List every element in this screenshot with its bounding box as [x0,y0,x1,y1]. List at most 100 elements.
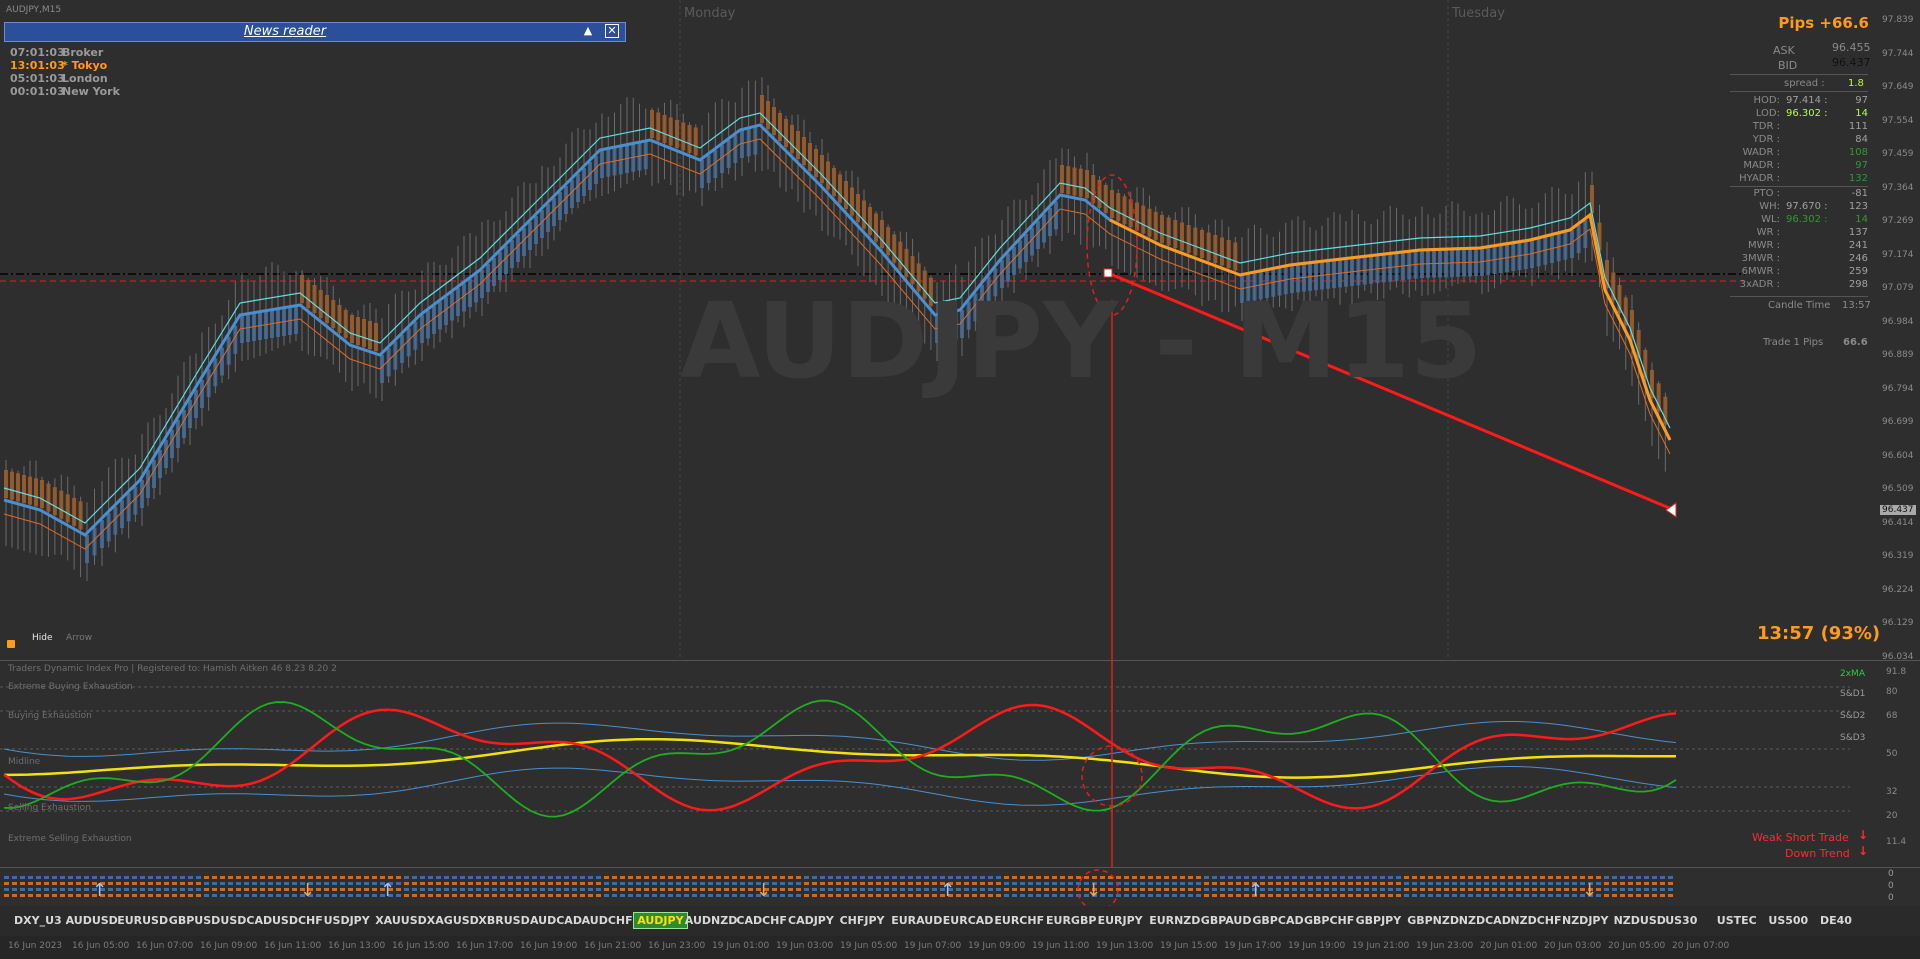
symbol-button-eurjpy[interactable]: EURJPY [1098,914,1143,927]
signal-cell [188,894,193,897]
signal-cell [1604,894,1609,897]
signal-cell [1036,876,1041,879]
symbol-button-audusd[interactable]: AUDUSD [66,914,118,927]
symbol-button-usdjpy[interactable]: USDJPY [324,914,370,927]
signal-cell [204,882,209,885]
symbol-button-euraud[interactable]: EURAUD [891,914,942,927]
triangle-up-icon[interactable]: ▲ [581,24,595,38]
signal-cell [1380,882,1385,885]
signal-cell [740,894,745,897]
time-axis-label: 19 Jun 21:00 [1352,941,1410,951]
signal-strip-panel[interactable]: ↑ ↓ ↑ ↓ ↑ ↓ ↑ ↓ 0 0 0 [0,868,1920,907]
signal-cell [244,894,249,897]
symbol-button-cadjpy[interactable]: CADJPY [788,914,834,927]
symbol-button-audchf[interactable]: AUDCHF [582,914,633,927]
signal-cell [804,888,809,891]
stat-extra: 14 [1855,108,1868,119]
symbol-button-gbpchf[interactable]: GBPCHF [1304,914,1354,927]
symbol-button-gbpcad[interactable]: GBPCAD [1252,914,1303,927]
signal-cell [396,894,401,897]
symbol-button-audnzd[interactable]: AUDNZD [685,914,738,927]
signal-cell [972,876,977,879]
signal-cell [1340,888,1345,891]
signal-cell [1316,888,1321,891]
signal-cell [380,876,385,879]
signal-cell [1380,876,1385,879]
signal-cell [1652,894,1657,897]
symbol-button-eurusd[interactable]: EURUSD [117,914,168,927]
divider [1730,296,1868,297]
symbol-button-xauusd[interactable]: XAUUSD [375,914,427,927]
symbol-button-gbpusd[interactable]: GBPUSD [169,914,220,927]
signal-cell [452,876,457,879]
signal-cell [1468,888,1473,891]
signal-cell [964,876,969,879]
symbol-button-nzdjpy[interactable]: NZDJPY [1562,914,1608,927]
signal-cell [1476,894,1481,897]
signal-cell [1308,882,1313,885]
symbol-button-usdchf[interactable]: USDCHF [272,914,323,927]
signal-cell [588,882,593,885]
news-reader-title[interactable]: News reader [5,24,565,39]
symbol-button-ustec[interactable]: USTEC [1717,914,1757,927]
symbol-button-gbpnzd[interactable]: GBPNZD [1407,914,1459,927]
signal-cell [892,888,897,891]
signal-cell [124,876,129,879]
symbol-button-xagusd[interactable]: XAGUSD [427,914,479,927]
color-swatch-icon[interactable] [7,640,15,648]
time-axis-label: 20 Jun 01:00 [1480,941,1538,951]
signal-cell [1628,894,1633,897]
signal-cell [36,882,41,885]
symbol-button-audcad[interactable]: AUDCAD [530,914,582,927]
signal-cell [804,876,809,879]
symbol-button-us30[interactable]: US30 [1665,914,1697,927]
symbol-button-xbrusd[interactable]: XBRUSD [478,914,529,927]
symbol-button-eurcad[interactable]: EURCAD [943,914,994,927]
signal-cell [684,894,689,897]
symbol-button-nzdusd[interactable]: NZDUSD [1614,914,1666,927]
symbol-button-us500[interactable]: US500 [1768,914,1808,927]
signal-cell [868,894,873,897]
symbol-button-dxy_u3[interactable]: DXY_U3 [14,914,62,927]
signal-cell [852,894,857,897]
close-icon[interactable]: ✕ [605,24,619,38]
signal-cell [1196,876,1201,879]
news-reader-bar[interactable]: News reader ▲ ✕ [4,22,626,42]
signal-cell [140,882,145,885]
signal-cell [316,894,321,897]
symbol-button-eurnzd[interactable]: EURNZD [1149,914,1200,927]
indicator-axis-label: 80 [1886,687,1898,697]
signal-cell [564,894,569,897]
signal-cell [396,882,401,885]
signal-cell [1164,894,1169,897]
arrow-button[interactable]: Arrow [66,633,92,643]
symbol-button-chfjpy[interactable]: CHFJPY [840,914,885,927]
tdi-indicator-panel[interactable]: Traders Dynamic Index Pro | Registered t… [0,661,1920,868]
symbol-button-nzdchf[interactable]: NZDCHF [1510,914,1561,927]
signal-cell [812,894,817,897]
signal-cell [564,882,569,885]
symbol-button-usdcad[interactable]: USDCAD [220,914,272,927]
symbol-button-de40[interactable]: DE40 [1820,914,1852,927]
signal-cell [1348,888,1353,891]
signal-cell [1404,876,1409,879]
symbol-button-cadchf[interactable]: CADCHF [736,914,787,927]
time-axis-label: 19 Jun 09:00 [968,941,1026,951]
symbol-button-nzdcad[interactable]: NZDCAD [1459,914,1511,927]
stat-label: WL: [1761,214,1780,225]
hide-button[interactable]: Hide [32,633,53,643]
stat-label: PTO : [1753,188,1780,199]
stat-extra: 298 [1848,279,1868,290]
symbol-button-gbpaud[interactable]: GBPAUD [1201,914,1252,927]
signal-cell [1612,876,1617,879]
signal-cell [500,888,505,891]
symbol-button-eurchf[interactable]: EURCHF [994,914,1044,927]
symbol-button-eurgbp[interactable]: EURGBP [1046,914,1096,927]
price-chart-panel[interactable]: AUDJPY,M15 Monday Tuesday AUDJPY - M15 N… [0,0,1920,662]
signal-cell [1532,876,1537,879]
signal-cell [716,888,721,891]
symbol-button-audjpy[interactable]: AUDJPY [633,912,688,929]
symbol-button-gbpjpy[interactable]: GBPJPY [1356,914,1402,927]
signal-cell [1340,876,1345,879]
signal-cell [692,888,697,891]
